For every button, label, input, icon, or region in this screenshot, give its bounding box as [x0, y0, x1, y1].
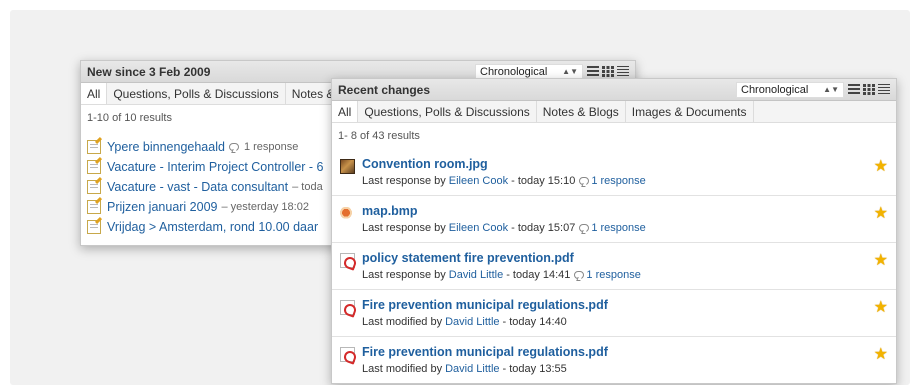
- chevron-updown-icon: ▲▼: [562, 67, 578, 76]
- item-title-link[interactable]: map.bmp: [362, 204, 890, 218]
- photo-icon: [340, 159, 355, 174]
- item-link[interactable]: Ypere binnengehaald: [107, 140, 225, 154]
- results-count: 1- 8 of 43 results: [338, 130, 420, 142]
- item-meta: – yesterday 18:02: [221, 201, 309, 213]
- item-title-link[interactable]: Convention room.jpg: [362, 157, 890, 171]
- response-link[interactable]: 1 response: [579, 222, 646, 234]
- bmp-icon: [340, 206, 355, 221]
- list-item: Fire prevention municipal regulations.pd…: [332, 337, 896, 383]
- item-link[interactable]: Vacature - vast - Data consultant: [107, 180, 288, 194]
- note-icon: [87, 140, 101, 154]
- pdf-icon: [340, 300, 355, 315]
- comment-bubble-icon: [579, 177, 590, 185]
- sort-select[interactable]: Chronological ▲▼: [736, 81, 844, 98]
- background-area: New since 3 Feb 2009 Chronological ▲▼ Al…: [10, 10, 910, 385]
- tab-images-documents[interactable]: Images & Documents: [626, 101, 754, 122]
- note-icon: [87, 200, 101, 214]
- user-link[interactable]: Eileen Cook: [449, 175, 508, 187]
- list-view-icon[interactable]: [848, 84, 860, 95]
- list-item: Fire prevention municipal regulations.pd…: [332, 290, 896, 337]
- item-link[interactable]: Prijzen januari 2009: [107, 200, 218, 214]
- user-link[interactable]: David Little: [445, 363, 499, 375]
- tab-questions[interactable]: Questions, Polls & Discussions: [358, 101, 537, 122]
- list-item: policy statement fire prevention.pdf Las…: [332, 243, 896, 290]
- item-title-link[interactable]: Fire prevention municipal regulations.pd…: [362, 345, 890, 359]
- list-item: Convention room.jpg Last response by Eil…: [332, 149, 896, 196]
- filter-tabs: All Questions, Polls & Discussions Notes…: [332, 101, 896, 123]
- comment-bubble-icon: [579, 224, 590, 232]
- pdf-icon: [340, 253, 355, 268]
- response-link[interactable]: 1 response: [579, 175, 646, 187]
- star-icon[interactable]: ★: [874, 159, 888, 175]
- tab-all[interactable]: All: [81, 83, 108, 104]
- star-icon[interactable]: ★: [874, 347, 888, 363]
- star-icon[interactable]: ★: [874, 206, 888, 222]
- item-meta: – toda: [292, 181, 323, 193]
- comment-bubble-icon: [574, 271, 585, 279]
- grid-view-icon[interactable]: [863, 84, 875, 95]
- panel-title: Recent changes: [338, 82, 431, 97]
- grid-view-icon[interactable]: [602, 66, 614, 77]
- chevron-updown-icon: ▲▼: [823, 85, 839, 94]
- star-icon[interactable]: ★: [874, 253, 888, 269]
- panel-title: New since 3 Feb 2009: [87, 64, 211, 79]
- tab-questions[interactable]: Questions, Polls & Discussions: [107, 83, 286, 104]
- detail-view-icon[interactable]: [878, 84, 890, 95]
- tab-all[interactable]: All: [332, 101, 359, 122]
- note-icon: [87, 220, 101, 234]
- recent-changes-panel: Recent changes Chronological ▲▼ All Ques…: [331, 78, 897, 384]
- pdf-icon: [340, 347, 355, 362]
- item-link[interactable]: Vacature - Interim Project Controller - …: [107, 160, 324, 174]
- item-list: Convention room.jpg Last response by Eil…: [332, 149, 896, 383]
- item-title-link[interactable]: Fire prevention municipal regulations.pd…: [362, 298, 890, 312]
- user-link[interactable]: David Little: [445, 316, 499, 328]
- star-icon[interactable]: ★: [874, 300, 888, 316]
- note-icon: [87, 180, 101, 194]
- response-link[interactable]: 1 response: [574, 269, 641, 281]
- list-item: map.bmp Last response by Eileen Cook - t…: [332, 196, 896, 243]
- comment-bubble-icon: [228, 143, 239, 151]
- user-link[interactable]: David Little: [449, 269, 503, 281]
- list-view-icon[interactable]: [587, 66, 599, 77]
- item-title-link[interactable]: policy statement fire prevention.pdf: [362, 251, 890, 265]
- user-link[interactable]: Eileen Cook: [449, 222, 508, 234]
- panel-header: Recent changes Chronological ▲▼: [332, 79, 896, 101]
- detail-view-icon[interactable]: [617, 66, 629, 77]
- tab-notes-blogs[interactable]: Notes & Blogs: [537, 101, 626, 122]
- note-icon: [87, 160, 101, 174]
- item-link[interactable]: Vrijdag > Amsterdam, rond 10.00 daar: [107, 220, 318, 234]
